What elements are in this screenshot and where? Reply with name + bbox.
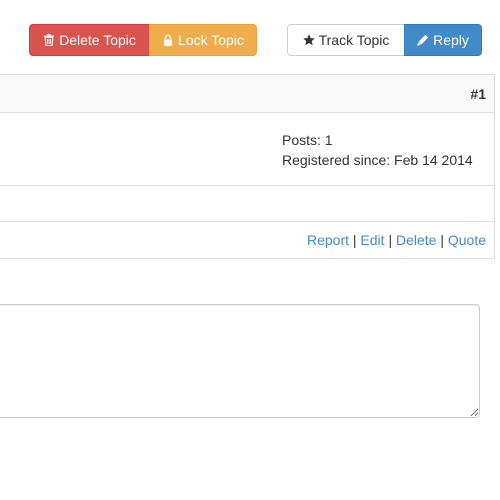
pencil-icon [417,34,429,46]
reply-label: Reply [433,32,469,48]
delete-topic-label: Delete Topic [59,32,136,48]
action-separator: | [352,232,357,248]
post-content [0,185,494,222]
action-separator: | [388,232,393,248]
delete-topic-button[interactable]: Delete Topic [29,24,150,56]
reply-button[interactable]: Reply [404,24,482,56]
delete-link[interactable]: Delete [396,232,436,248]
user-posts-count: Posts: 1 [282,132,333,148]
lock-topic-button[interactable]: Lock Topic [149,24,257,56]
user-registered-date: Registered since: Feb 14 2014 [282,152,473,168]
post-body: Posts: 1 Registered since: Feb 14 2014 [0,112,494,186]
post-actions: Report | Edit | Delete | Quote [307,232,486,248]
reply-textarea[interactable] [0,304,480,418]
post-panel: #1 Posts: 1 Registered since: Feb 14 201… [0,74,495,259]
track-topic-label: Track Topic [318,32,390,48]
quote-link[interactable]: Quote [448,232,486,248]
action-separator: | [440,232,444,248]
lock-icon [162,34,174,46]
report-link[interactable]: Report [307,232,349,248]
post-number: #1 [470,86,486,102]
lock-topic-label: Lock Topic [178,32,244,48]
user-info: Posts: 1 Registered since: Feb 14 2014 [282,130,473,170]
post-header: #1 [0,75,494,113]
track-topic-button[interactable]: Track Topic [287,24,405,56]
star-icon [302,34,315,46]
trash-icon [43,34,55,46]
edit-link[interactable]: Edit [360,232,384,248]
